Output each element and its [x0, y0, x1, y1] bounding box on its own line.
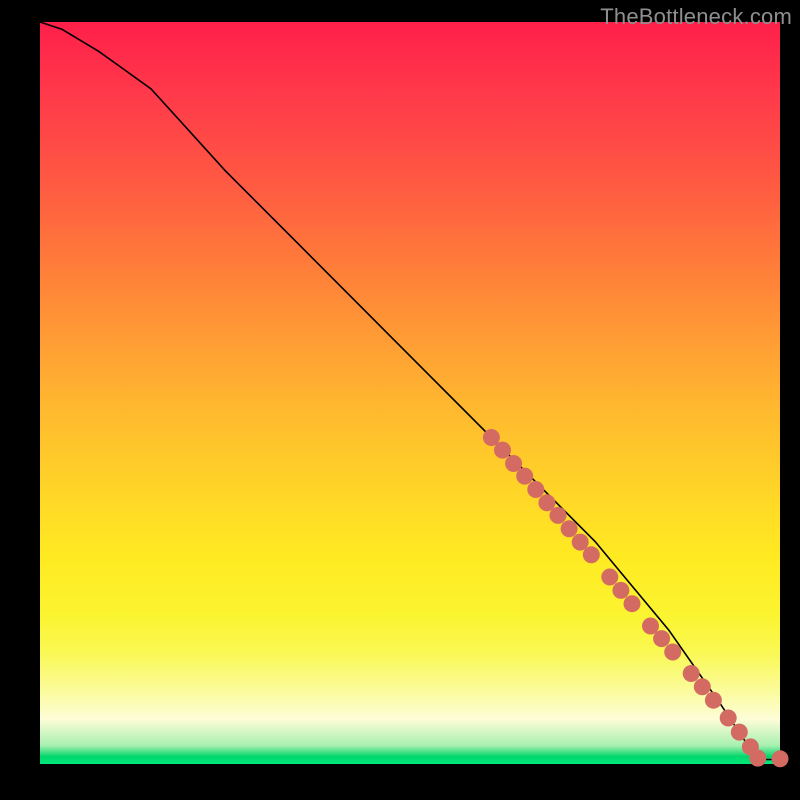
chart-data-points [483, 429, 789, 767]
data-point [601, 569, 618, 586]
data-point [683, 665, 700, 682]
data-point [527, 481, 544, 498]
data-point [624, 595, 641, 612]
data-point [583, 546, 600, 563]
data-point [694, 678, 711, 695]
data-point [550, 507, 567, 524]
data-point [705, 692, 722, 709]
data-point [749, 750, 766, 767]
data-point [653, 630, 670, 647]
data-point [720, 710, 737, 727]
data-point [561, 520, 578, 537]
attribution-text: TheBottleneck.com [600, 4, 792, 30]
data-point [516, 468, 533, 485]
chart-overlay [40, 22, 780, 764]
data-point [664, 644, 681, 661]
data-point [612, 582, 629, 599]
data-point [772, 750, 789, 767]
data-point [494, 442, 511, 459]
data-point [731, 724, 748, 741]
